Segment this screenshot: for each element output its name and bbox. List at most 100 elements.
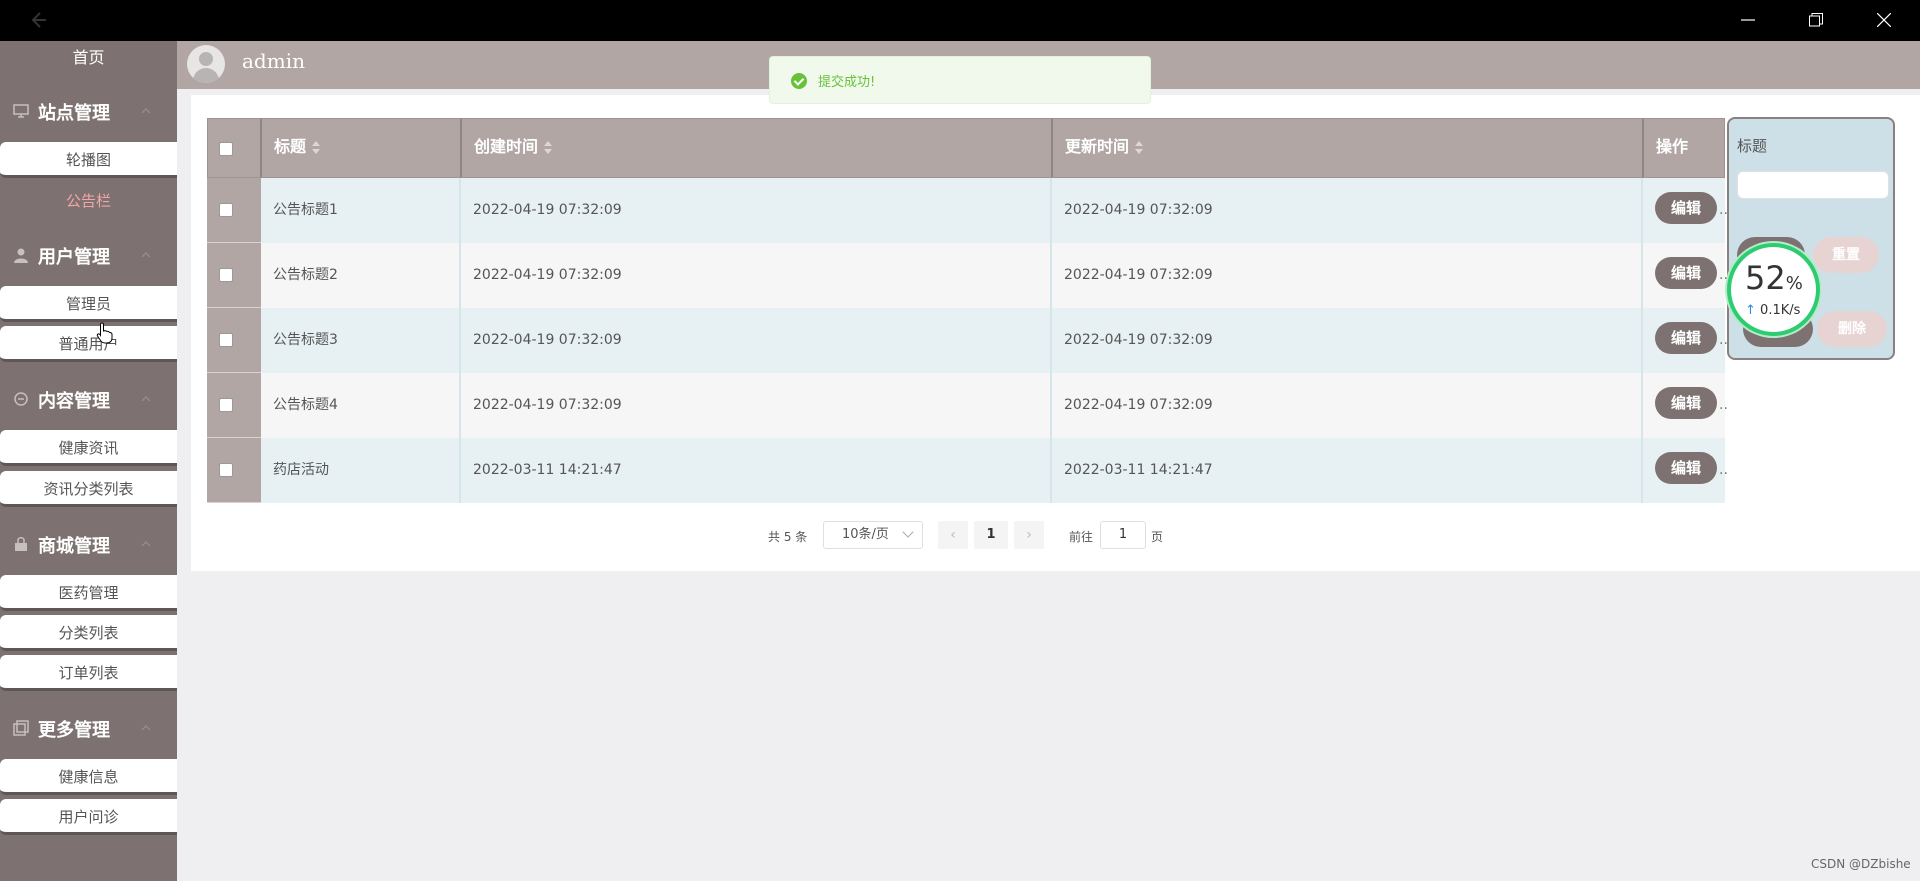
sidebar-item-news-categories[interactable]: 资讯分类列表: [0, 471, 177, 507]
sidebar: 首页 站点管理 轮播图 公告栏 用户管理 管理员 普通用户 内容管理 健康资讯 …: [0, 41, 177, 881]
row-select-cell: [207, 373, 261, 438]
row-checkbox[interactable]: [219, 268, 233, 282]
table-row: 公告标题2 2022-04-19 07:32:09 2022-04-19 07:…: [207, 243, 1728, 308]
sidebar-item-normal-users[interactable]: 普通用户: [0, 326, 177, 362]
network-speed-widget[interactable]: 52% ↑ 0.1K/s: [1727, 243, 1820, 336]
sidebar-group-label: 站点管理: [38, 103, 110, 124]
row-select-cell: [207, 243, 261, 308]
reset-button[interactable]: 重置: [1813, 237, 1879, 273]
pagination-total: 共 5 条: [768, 530, 808, 544]
sort-icon[interactable]: [312, 140, 321, 155]
row-checkbox[interactable]: [219, 203, 233, 217]
overflow-ellipsis: ..: [1719, 462, 1728, 478]
search-title-label: 标题: [1737, 137, 1768, 155]
hand-cursor-icon: [96, 322, 113, 344]
edit-button[interactable]: 编辑: [1655, 452, 1717, 484]
document-icon: [14, 392, 28, 406]
column-header-updated[interactable]: 更新时间: [1053, 119, 1644, 177]
page-unit-label: 页: [1151, 530, 1164, 544]
window-titlebar: [0, 0, 1920, 41]
select-all-checkbox[interactable]: [219, 142, 233, 156]
sidebar-item-carousel[interactable]: 轮播图: [0, 142, 177, 178]
overflow-ellipsis: ..: [1719, 397, 1728, 413]
toast-message: 提交成功!: [818, 75, 876, 90]
cell-updated: 2022-04-19 07:32:09: [1052, 178, 1643, 243]
cell-updated: 2022-03-11 14:21:47: [1052, 438, 1643, 503]
edit-button[interactable]: 编辑: [1655, 387, 1717, 419]
restore-icon[interactable]: [1788, 0, 1844, 41]
sort-icon[interactable]: [1135, 140, 1144, 155]
chevron-down-icon: [902, 526, 914, 538]
cell-updated: 2022-04-19 07:32:09: [1052, 243, 1643, 308]
cell-title: 公告标题1: [261, 178, 461, 243]
sidebar-item-consultation[interactable]: 用户问诊: [0, 799, 177, 835]
sidebar-item-notice[interactable]: 公告栏: [0, 183, 177, 219]
edit-button[interactable]: 编辑: [1655, 257, 1717, 289]
cell-updated: 2022-04-19 07:32:09: [1052, 308, 1643, 373]
table-row: 公告标题4 2022-04-19 07:32:09 2022-04-19 07:…: [207, 373, 1728, 438]
edit-button[interactable]: 编辑: [1655, 322, 1717, 354]
cell-created: 2022-04-19 07:32:09: [461, 243, 1052, 308]
row-checkbox[interactable]: [219, 463, 233, 477]
sidebar-group-label: 内容管理: [38, 391, 110, 412]
sidebar-group-label: 用户管理: [38, 247, 110, 268]
cell-updated: 2022-04-19 07:32:09: [1052, 373, 1643, 438]
next-page-button[interactable]: ›: [1014, 521, 1044, 549]
delete-button[interactable]: 删除: [1817, 311, 1887, 347]
minimize-icon[interactable]: [1720, 0, 1776, 41]
back-arrow-icon[interactable]: [26, 9, 48, 31]
sidebar-item-medicine[interactable]: 医药管理: [0, 575, 177, 611]
sidebar-group-users[interactable]: 用户管理: [0, 235, 177, 275]
sidebar-item-admins[interactable]: 管理员: [0, 286, 177, 322]
cell-title: 公告标题4: [261, 373, 461, 438]
edit-button[interactable]: 编辑: [1655, 192, 1717, 224]
cell-created: 2022-04-19 07:32:09: [461, 178, 1052, 243]
column-header-actions: 操作: [1656, 137, 1689, 156]
prev-page-button[interactable]: ‹: [938, 521, 968, 549]
success-toast: 提交成功!: [769, 56, 1151, 104]
user-icon: [14, 248, 28, 263]
close-icon[interactable]: [1856, 0, 1912, 41]
sidebar-group-site[interactable]: 站点管理: [0, 91, 177, 131]
avatar[interactable]: [187, 45, 225, 83]
column-header-created[interactable]: 创建时间: [462, 119, 1053, 177]
page-number-current[interactable]: 1: [974, 521, 1008, 549]
pagination: 共 5 条 10条/页 ‹ 1 › 前往 1 页: [0, 520, 1920, 550]
search-title-input[interactable]: [1737, 171, 1889, 199]
cell-title: 公告标题3: [261, 308, 461, 373]
chevron-up-icon: [141, 252, 151, 258]
sidebar-item-categories[interactable]: 分类列表: [0, 615, 177, 651]
page-size-select[interactable]: 10条/页: [823, 521, 923, 549]
sidebar-item-health-news[interactable]: 健康资讯: [0, 430, 177, 466]
row-checkbox[interactable]: [219, 333, 233, 347]
network-percent: 52%: [1745, 259, 1803, 297]
cell-title: 药店活动: [261, 438, 461, 503]
upload-arrow-icon: ↑: [1745, 303, 1756, 318]
column-header-title[interactable]: 标题: [262, 119, 462, 177]
cell-created: 2022-04-19 07:32:09: [461, 308, 1052, 373]
monitor-icon: [13, 104, 29, 118]
sidebar-home[interactable]: 首页: [0, 41, 177, 77]
table-row: 药店活动 2022-03-11 14:21:47 2022-03-11 14:2…: [207, 438, 1728, 503]
row-checkbox[interactable]: [219, 398, 233, 412]
goto-page-input[interactable]: 1: [1100, 521, 1146, 549]
sidebar-group-content[interactable]: 内容管理: [0, 379, 177, 419]
table-header: 标题 创建时间 更新时间 操作: [207, 118, 1725, 178]
chevron-up-icon: [141, 725, 151, 731]
sidebar-item-orders[interactable]: 订单列表: [0, 655, 177, 691]
username: admin: [242, 49, 305, 73]
sidebar-group-more[interactable]: 更多管理: [0, 708, 177, 748]
watermark: CSDN @DZbishe: [1811, 857, 1911, 871]
copy-icon: [13, 720, 29, 736]
chevron-up-icon: [141, 108, 151, 114]
sidebar-item-health-info[interactable]: 健康信息: [0, 759, 177, 795]
cell-created: 2022-03-11 14:21:47: [461, 438, 1052, 503]
sort-icon[interactable]: [544, 140, 553, 155]
row-select-cell: [207, 438, 261, 503]
header-select-cell: [208, 119, 262, 177]
sidebar-group-label: 更多管理: [38, 720, 110, 741]
goto-label: 前往: [1069, 530, 1094, 544]
table-row: 公告标题3 2022-04-19 07:32:09 2022-04-19 07:…: [207, 308, 1728, 373]
row-select-cell: [207, 178, 261, 243]
cell-created: 2022-04-19 07:32:09: [461, 373, 1052, 438]
